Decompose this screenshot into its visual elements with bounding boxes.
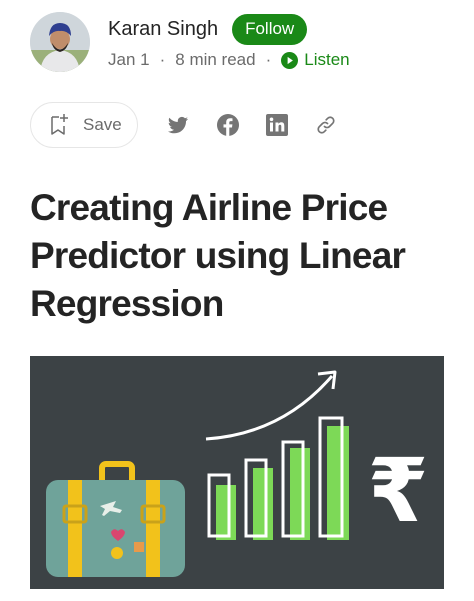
listen-label: Listen [304,50,350,69]
article-meta: Jan 1 · 8 min read · Listen [108,50,350,70]
author-row: Karan Singh Follow [108,14,308,45]
save-button[interactable]: Save [30,102,138,148]
link-icon[interactable] [314,113,338,137]
linkedin-icon[interactable] [265,113,289,137]
author-name[interactable]: Karan Singh [108,18,218,41]
person-avatar-icon [30,12,90,72]
save-add-icon [51,114,68,135]
save-label: Save [83,115,122,134]
suitcase-icon [46,461,185,577]
publish-date: Jan 1 [108,50,150,69]
listen-button[interactable]: Listen [281,50,350,70]
hero-illustration: ₹ [30,356,444,589]
author-avatar[interactable] [30,12,90,72]
read-time: 8 min read [175,50,256,69]
meta-separator: · [159,50,166,69]
meta-separator: · [265,50,272,69]
article-title: Creating Airline Price Predictor using L… [30,187,406,324]
facebook-icon[interactable] [216,113,240,137]
follow-button[interactable]: Follow [232,14,308,45]
twitter-icon[interactable] [166,113,190,137]
rupee-symbol: ₹ [367,439,428,542]
hero-image: ₹ [30,356,444,589]
play-icon [281,51,299,69]
